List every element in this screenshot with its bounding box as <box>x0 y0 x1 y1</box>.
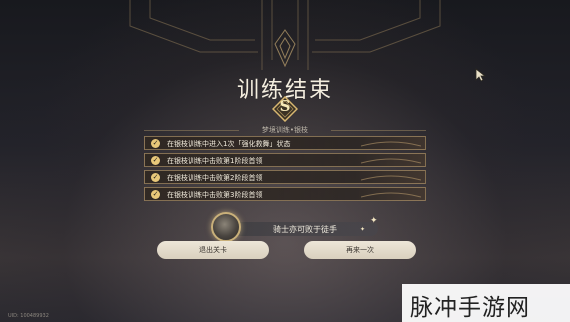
goal-list: ✓ 在银枝训练中进入1次「强化救舞」状态 ✓ 在银枝训练中击败第1阶段首领 ✓ … <box>144 136 426 204</box>
goal-item: ✓ 在银枝训练中击败第2阶段首领 <box>144 170 426 184</box>
rank-letter: S <box>279 97 291 115</box>
check-circle-icon: ✓ <box>151 156 160 165</box>
goal-decoration <box>361 192 421 198</box>
retry-button[interactable]: 再来一次 <box>304 241 416 259</box>
sparkle-icon: ✦ <box>360 226 366 233</box>
divider-right <box>331 130 426 131</box>
goal-decoration <box>361 175 421 181</box>
goal-decoration <box>361 141 421 147</box>
mouse-cursor-icon <box>475 68 487 82</box>
stage-subtitle: 梦境训练•银枝 <box>261 126 309 134</box>
goal-item: ✓ 在银枝训练中进入1次「强化救舞」状态 <box>144 136 426 150</box>
goal-item: ✓ 在银枝训练中击败第3阶段首领 <box>144 187 426 201</box>
check-circle-icon: ✓ <box>151 139 160 148</box>
goal-text: 在银枝训练中击败第3阶段首领 <box>167 191 263 199</box>
medal-icon <box>211 212 241 242</box>
goal-item: ✓ 在银枝训练中击败第1阶段首领 <box>144 153 426 167</box>
goal-text: 在银枝训练中击败第2阶段首领 <box>167 174 263 182</box>
check-circle-icon: ✓ <box>151 173 160 182</box>
sparkle-icon: ✦ <box>370 216 378 226</box>
check-circle-icon: ✓ <box>151 190 160 199</box>
uid-label: UID: 100489932 <box>8 313 49 319</box>
goal-text: 在银枝训练中进入1次「强化救舞」状态 <box>167 140 291 148</box>
achievement-text: 骑士亦可败于徒手 <box>273 225 337 234</box>
exit-stage-button[interactable]: 退出关卡 <box>157 241 269 259</box>
watermark-text: 脉冲手游网 <box>410 295 530 321</box>
goal-decoration <box>361 158 421 164</box>
goal-text: 在银枝训练中击败第1阶段首领 <box>167 157 263 165</box>
